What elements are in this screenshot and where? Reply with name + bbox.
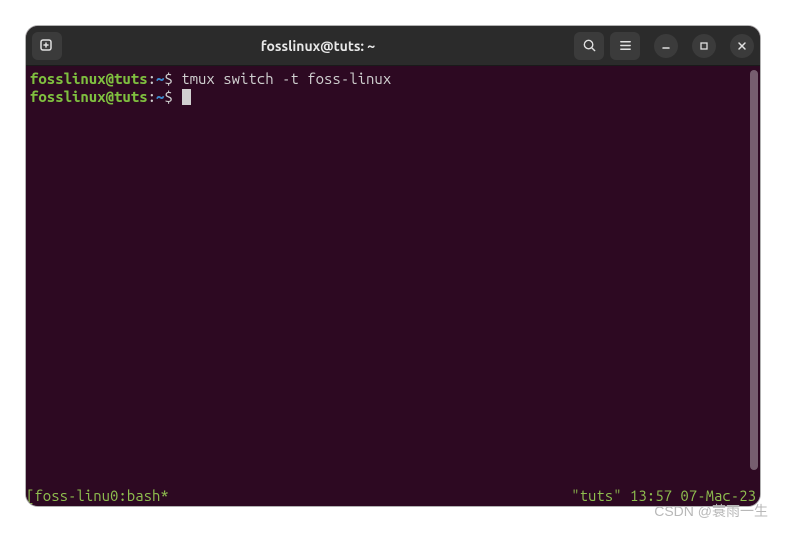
cursor-icon	[182, 89, 191, 105]
status-left: [foss-linu0:bash*	[26, 487, 169, 504]
scrollbar[interactable]	[750, 70, 758, 470]
prompt-symbol: $	[164, 88, 172, 105]
command-text: tmux switch -t foss-linux	[181, 70, 391, 87]
prompt-colon: :	[148, 70, 156, 87]
prompt-user: fosslinux@tuts	[30, 70, 148, 87]
prompt-symbol: $	[164, 70, 172, 87]
menu-button[interactable]	[610, 32, 640, 60]
terminal-line: fosslinux@tuts:~$	[30, 88, 756, 106]
prompt-colon: :	[148, 88, 156, 105]
maximize-button[interactable]	[692, 34, 716, 58]
prompt-user: fosslinux@tuts	[30, 88, 148, 105]
new-tab-button[interactable]	[32, 32, 62, 60]
titlebar: fosslinux@tuts: ~	[26, 26, 760, 66]
close-button[interactable]	[730, 34, 754, 58]
window-title: fosslinux@tuts: ~	[62, 38, 574, 54]
terminal-window: fosslinux@tuts: ~ fosslinux@tuts:~$ tmux…	[26, 26, 760, 506]
tmux-status-bar: [foss-linu0:bash* "tuts" 13:57 07-Mac-23	[26, 486, 760, 506]
search-button[interactable]	[574, 32, 604, 60]
terminal-line: fosslinux@tuts:~$ tmux switch -t foss-li…	[30, 70, 756, 88]
minimize-button[interactable]	[654, 34, 678, 58]
watermark: CSDN @蓑雨一生	[654, 501, 768, 521]
terminal-body[interactable]: fosslinux@tuts:~$ tmux switch -t foss-li…	[26, 66, 760, 486]
